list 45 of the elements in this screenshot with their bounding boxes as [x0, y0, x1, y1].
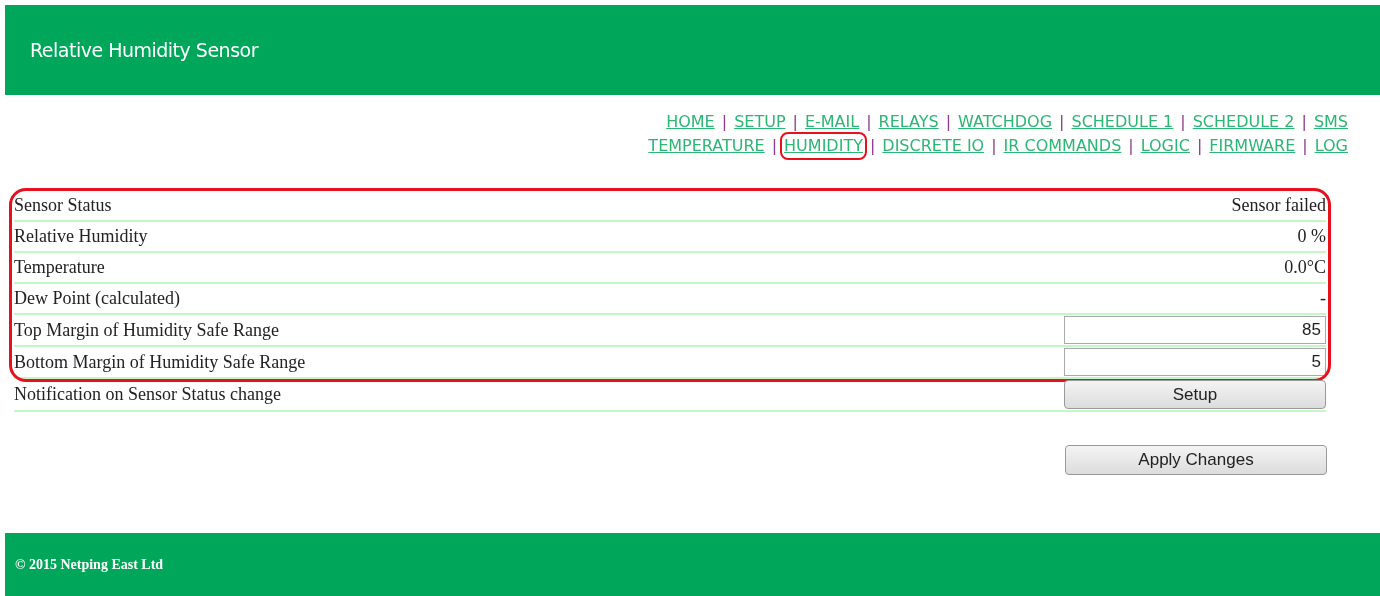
nav-link[interactable]: SETUP [732, 110, 788, 134]
row-label: Notification on Sensor Status change [14, 383, 281, 406]
nav-link[interactable]: E-MAIL [802, 110, 862, 134]
value-text: - [1320, 287, 1326, 310]
nav-link[interactable]: FIRMWARE [1207, 134, 1298, 158]
nav-link[interactable]: DISCRETE IO [880, 134, 987, 158]
nav-separator: | [1301, 135, 1309, 157]
nav-link[interactable]: SCHEDULE 2 [1190, 110, 1297, 134]
nav-link[interactable]: HUMIDITY [782, 134, 865, 158]
nav-separator: | [868, 135, 877, 157]
nav-separator: | [865, 111, 873, 133]
nav-separator: | [1127, 135, 1135, 157]
nav-link[interactable]: IR COMMANDS [1001, 134, 1124, 158]
row-label: Top Margin of Humidity Safe Range [14, 318, 279, 342]
nav-link[interactable]: RELAYS [876, 110, 941, 134]
value-text: 0 % [1297, 225, 1326, 248]
apply-changes-button[interactable]: Apply Changes [1065, 445, 1327, 475]
nav-separator: | [1058, 111, 1066, 133]
nav-separator: | [990, 135, 998, 157]
nav-link[interactable]: TEMPERATURE [646, 134, 767, 158]
nav-separator: | [770, 135, 779, 157]
input-field[interactable]: 85 [1064, 316, 1326, 344]
page-title: Relative Humidity Sensor [30, 37, 258, 63]
nav-separator: | [944, 111, 953, 133]
row-label: Sensor Status [14, 194, 112, 217]
row-label: Temperature [14, 256, 105, 279]
row-label: Bottom Margin of Humidity Safe Range [14, 350, 306, 374]
nav-link[interactable]: WATCHDOG [956, 110, 1055, 134]
nav-separator: | [1195, 135, 1204, 157]
nav-link[interactable]: SCHEDULE 1 [1069, 110, 1176, 134]
nav-link[interactable]: LOG [1312, 134, 1350, 158]
row-label: Dew Point (calculated) [14, 287, 180, 310]
nav-link[interactable]: SMS [1311, 110, 1350, 134]
nav-separator: | [791, 111, 799, 133]
nav-link[interactable]: LOGIC [1138, 134, 1192, 158]
value-text: 0.0°C [1284, 256, 1326, 279]
row-label: Relative Humidity [14, 225, 148, 248]
nav-separator: | [1300, 111, 1308, 133]
setup-button[interactable]: Setup [1064, 380, 1326, 409]
copyright-text: © 2015 Netping East Ltd [15, 556, 164, 574]
input-field[interactable]: 5 [1064, 348, 1326, 376]
nav-separator: | [1179, 111, 1187, 133]
nav-separator: | [720, 111, 729, 133]
value-text: Sensor failed [1231, 194, 1326, 217]
nav-link[interactable]: HOME [664, 110, 717, 134]
